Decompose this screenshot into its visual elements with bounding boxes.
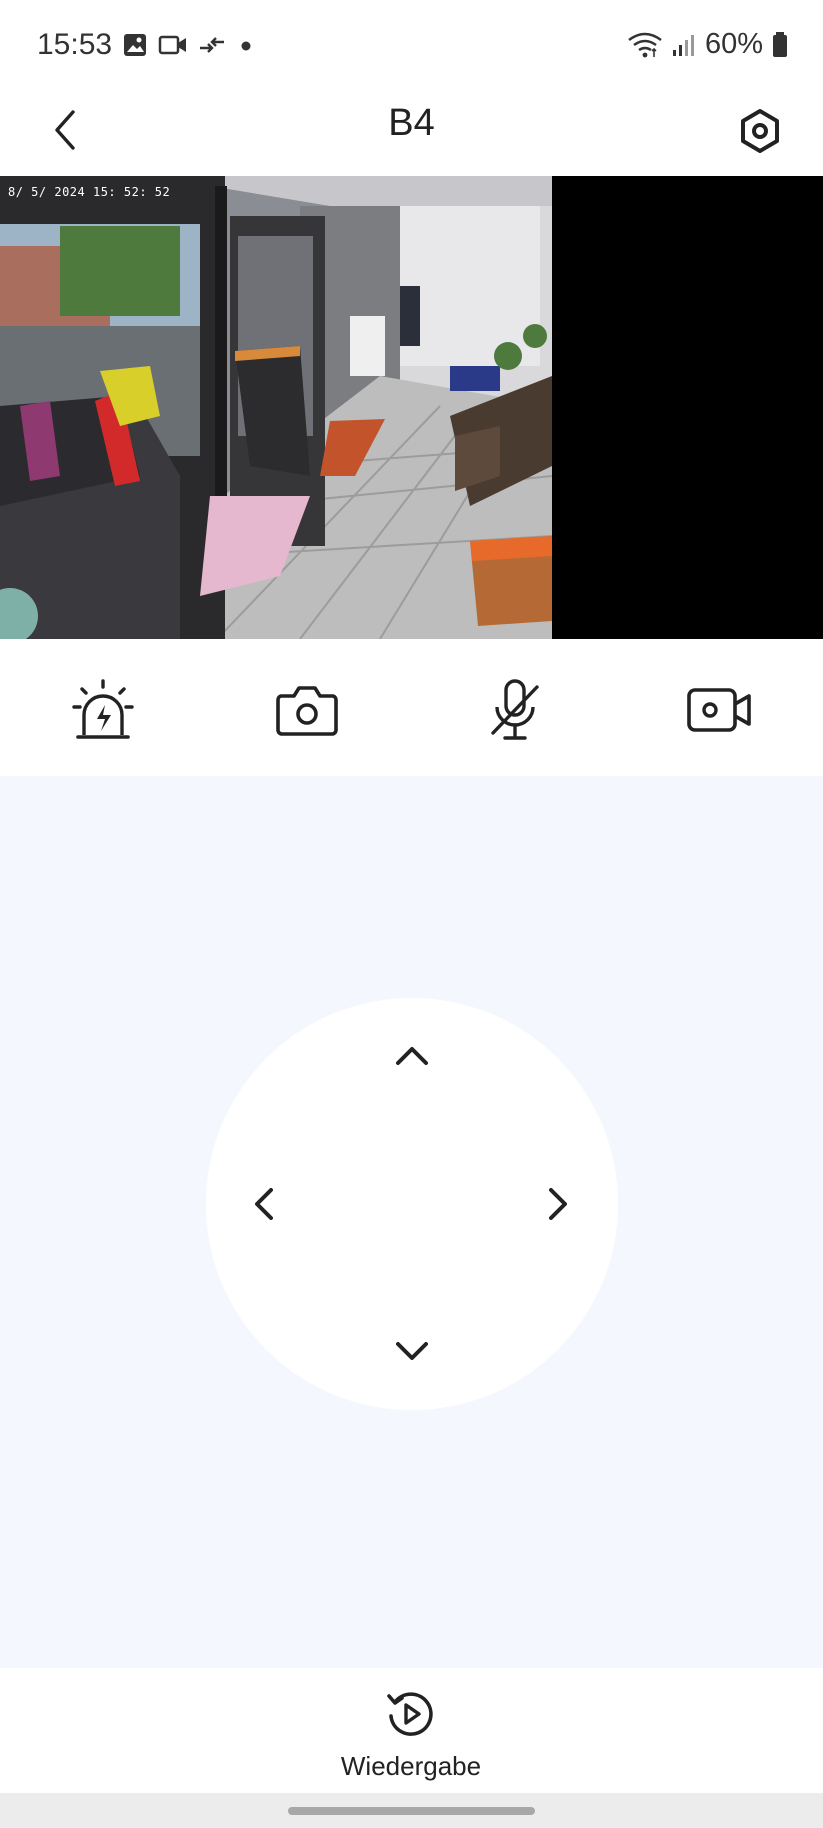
- wifi-icon: [628, 32, 662, 57]
- camera-feed-image: [0, 176, 552, 639]
- video-timestamp: 8/ 5/ 2024 15: 52: 52: [8, 185, 171, 199]
- status-bar: 15:53 60%: [0, 0, 823, 92]
- playback-button[interactable]: Wiedergabe: [311, 1688, 511, 1788]
- camera-controls: [0, 640, 823, 776]
- playback-label: Wiedergabe: [340, 1751, 482, 1781]
- ptz-joystick[interactable]: [206, 998, 618, 1410]
- siren-icon: [72, 679, 134, 739]
- mic-off-icon: [491, 679, 539, 740]
- status-time: 15:53: [37, 28, 113, 61]
- signal-icon: [672, 34, 694, 56]
- record-button[interactable]: [675, 670, 765, 750]
- system-nav-bar: [0, 1793, 823, 1828]
- camera-icon: [276, 686, 338, 736]
- pan-up-button[interactable]: [382, 1026, 442, 1086]
- chevron-left-icon: [255, 1188, 273, 1220]
- battery-percentage: 60%: [704, 28, 763, 60]
- status-right: 60%: [627, 28, 789, 61]
- status-notification-icons: [122, 32, 256, 58]
- chevron-right-icon: [549, 1188, 567, 1220]
- ptz-control-area: [0, 776, 823, 1668]
- snapshot-button[interactable]: [262, 670, 352, 750]
- dot-icon: [241, 41, 251, 51]
- settings-hexagon-icon: [741, 109, 779, 153]
- page-title: B4: [388, 102, 435, 144]
- video-icon: [158, 35, 186, 55]
- home-gesture-handle[interactable]: [288, 1807, 535, 1815]
- alarm-siren-button[interactable]: [58, 670, 148, 750]
- data-transfer-icon: [200, 37, 224, 53]
- bottom-bar: Wiedergabe: [0, 1668, 823, 1793]
- microphone-button[interactable]: [470, 670, 560, 750]
- pan-left-button[interactable]: [234, 1174, 294, 1234]
- settings-button[interactable]: [725, 96, 795, 166]
- pan-down-button[interactable]: [382, 1321, 442, 1381]
- video-camera-icon: [687, 688, 751, 732]
- battery-icon: [773, 31, 787, 57]
- app-header: B4: [0, 92, 823, 176]
- pan-right-button[interactable]: [528, 1174, 588, 1234]
- camera-live-view[interactable]: 8/ 5/ 2024 15: 52: 52: [0, 176, 823, 639]
- gallery-icon: [124, 34, 146, 56]
- chevron-down-icon: [396, 1342, 428, 1360]
- replay-icon: [387, 1692, 433, 1736]
- chevron-up-icon: [396, 1047, 428, 1065]
